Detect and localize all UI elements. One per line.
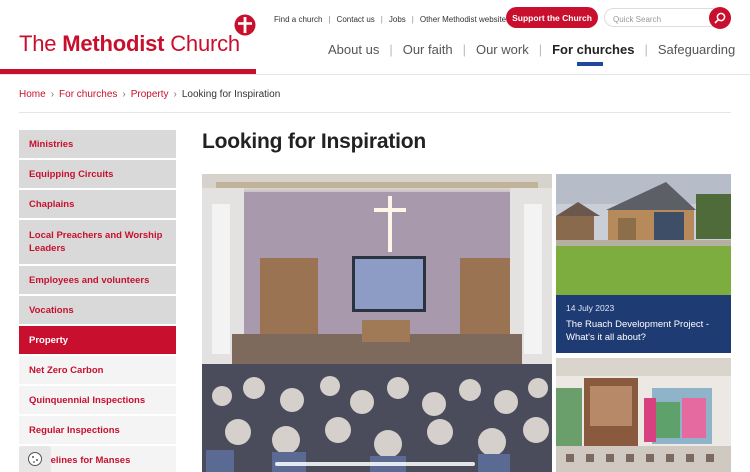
breadcrumb-current: Looking for Inspiration [181, 89, 281, 100]
card-info-ruach[interactable]: 14 July 2023 The Ruach Development Proje… [556, 295, 731, 353]
page-title: Looking for Inspiration [202, 130, 427, 153]
breadcrumb-divider [19, 112, 731, 113]
logo-text-bold: Methodist [62, 31, 165, 56]
breadcrumb-chevron-icon: › [173, 89, 177, 100]
cookie-settings-button[interactable] [19, 446, 51, 472]
utility-link-find-a-church[interactable]: Find a church [274, 15, 322, 24]
sidebar-item-quinquennial-inspections[interactable]: Quinquennial Inspections [19, 386, 176, 416]
logo-text-prefix: The [19, 31, 63, 56]
site-logo[interactable]: The Methodist Church [19, 31, 240, 57]
nav-separator: | [538, 42, 543, 57]
breadcrumb-property[interactable]: Property [131, 89, 169, 100]
nav-about-us[interactable]: About us [328, 42, 379, 57]
utility-separator: | [411, 14, 414, 24]
nav-separator: | [389, 42, 393, 57]
search-icon [714, 12, 726, 24]
sidebar-item-property[interactable]: Property [19, 326, 176, 356]
utility-nav: Find a church | Contact us | Jobs | Othe… [274, 13, 510, 25]
hero-image-church-interior[interactable] [202, 174, 552, 472]
breadcrumb-for-churches[interactable]: For churches [59, 89, 117, 100]
breadcrumb-chevron-icon: › [122, 89, 126, 100]
ruach-building-illustration [556, 174, 731, 295]
card-title[interactable]: The Ruach Development Project - What's i… [566, 318, 721, 344]
nav-separator: | [644, 42, 648, 57]
sidebar-nav: Ministries Equipping Circuits Chaplains … [19, 130, 176, 472]
nav-for-churches[interactable]: For churches [552, 42, 634, 66]
sidebar-item-regular-inspections[interactable]: Regular Inspections [19, 416, 176, 446]
utility-link-contact-us[interactable]: Contact us [337, 15, 375, 24]
nav-separator: | [462, 42, 466, 57]
nav-our-faith[interactable]: Our faith [403, 42, 453, 57]
breadcrumb-home[interactable]: Home [19, 89, 46, 100]
breadcrumb: Home › For churches › Property › Looking… [19, 89, 280, 100]
nav-safeguarding[interactable]: Safeguarding [658, 42, 735, 57]
carousel-progress-bar[interactable] [275, 462, 475, 466]
logo-text-suffix: Church [164, 31, 240, 56]
sidebar-item-employees-volunteers[interactable]: Employees and volunteers [19, 266, 176, 296]
search-button[interactable] [709, 7, 731, 29]
header-divider [0, 74, 750, 75]
sidebar-item-local-preachers[interactable]: Local Preachers and Worship Leaders [19, 220, 176, 266]
utility-link-jobs[interactable]: Jobs [389, 15, 406, 24]
utility-separator: | [328, 14, 331, 24]
site-header: The Methodist Church Find a church | Con… [0, 0, 750, 78]
utility-separator: | [380, 14, 383, 24]
sidebar-item-equipping-circuits[interactable]: Equipping Circuits [19, 160, 176, 190]
card-image-organ-interior[interactable] [556, 358, 731, 472]
support-the-church-button[interactable]: Support the Church [506, 7, 598, 28]
quick-search-input[interactable] [613, 11, 711, 28]
sidebar-item-vocations[interactable]: Vocations [19, 296, 176, 326]
card-image-ruach-building[interactable] [556, 174, 731, 295]
sidebar-item-ministries[interactable]: Ministries [19, 130, 176, 160]
organ-interior-illustration [556, 358, 731, 472]
cross-and-flame-icon[interactable] [234, 14, 256, 36]
church-interior-illustration [202, 174, 552, 472]
main-nav: About us | Our faith | Our work | For ch… [328, 42, 735, 66]
sidebar-item-net-zero-carbon[interactable]: Net Zero Carbon [19, 356, 176, 386]
nav-our-work[interactable]: Our work [476, 42, 529, 57]
utility-link-other-websites[interactable]: Other Methodist websites [420, 15, 510, 24]
breadcrumb-chevron-icon: › [50, 89, 55, 100]
cookie-icon [28, 452, 42, 466]
sidebar-item-chaplains[interactable]: Chaplains [19, 190, 176, 220]
card-date: 14 July 2023 [566, 303, 615, 313]
